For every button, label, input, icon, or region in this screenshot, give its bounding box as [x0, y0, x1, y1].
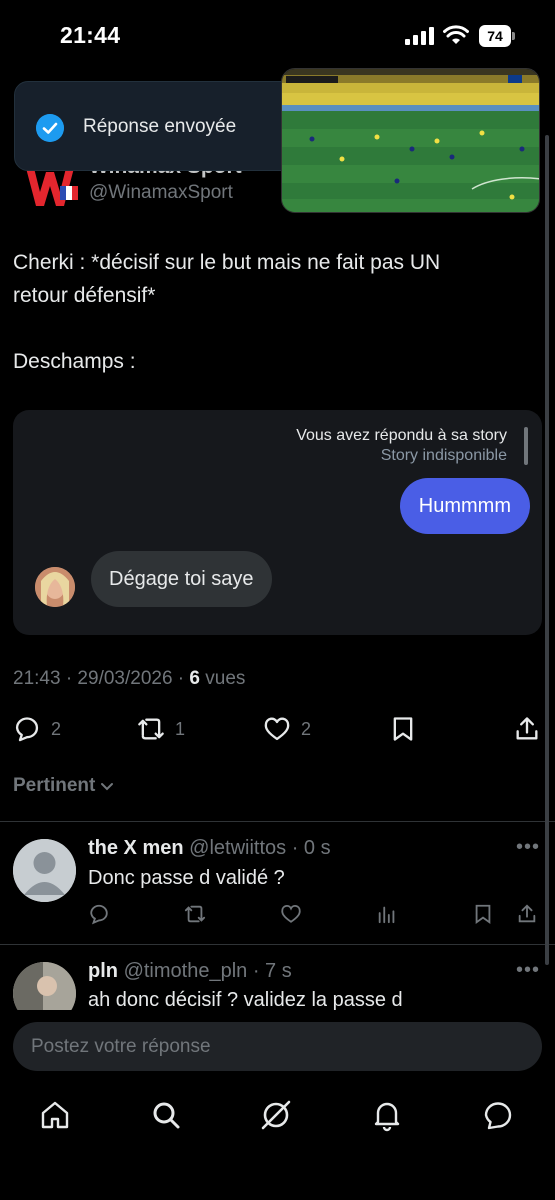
reply-header[interactable]: pln @timothe_pln · 7 s — [88, 960, 292, 983]
default-avatar-icon — [13, 839, 76, 902]
scrollbar[interactable] — [545, 135, 549, 965]
repost-icon — [138, 718, 164, 740]
toast-message: Réponse envoyée — [83, 116, 237, 137]
more-options-icon[interactable]: ••• — [516, 836, 540, 859]
bell-icon — [374, 1102, 400, 1132]
reply-text: ah donc décisif ? validez la passe d — [88, 989, 403, 1011]
nav-notifications[interactable] — [370, 1098, 404, 1132]
nav-home[interactable] — [38, 1098, 72, 1132]
message-icon — [484, 1102, 512, 1130]
check-circle-icon — [36, 114, 64, 142]
story-unavailable-note: Story indisponible — [380, 447, 507, 464]
repost-count: 1 — [175, 718, 186, 739]
tweet-timestamp: 21:43 · 29/03/2026 · — [13, 668, 190, 689]
chevron-down-icon — [101, 783, 114, 791]
share-icon — [516, 717, 538, 740]
reply-text: Donc passe d validé ? — [88, 867, 285, 889]
tweet-text-line-3: Deschamps : — [13, 350, 136, 373]
reply-author-handle: @timothe_pln — [123, 960, 248, 982]
reply-avatar[interactable] — [13, 839, 76, 902]
reply-views-button[interactable] — [376, 903, 398, 930]
received-message-bubble: Dégage toi saye — [91, 551, 272, 607]
heart-icon — [264, 717, 290, 741]
reply-compose-input[interactable]: Postez votre réponse — [13, 1022, 542, 1071]
battery-level: 74 — [479, 25, 511, 47]
more-options-icon[interactable]: ••• — [516, 959, 540, 982]
reply-share-button[interactable] — [516, 903, 538, 930]
cellular-signal-icon — [405, 27, 434, 45]
divider — [0, 944, 555, 945]
reply-bookmark-button[interactable] — [472, 903, 494, 930]
share-icon — [518, 904, 536, 923]
views-count: 6 — [189, 668, 200, 689]
reply-button[interactable]: 2 — [13, 715, 61, 743]
repost-button[interactable]: 1 — [137, 715, 185, 743]
tweet-text-line-1: Cherki : *décisif sur le but mais ne fai… — [13, 251, 441, 274]
dm-contact-avatar — [35, 567, 75, 607]
status-time: 21:44 — [60, 22, 121, 48]
like-button[interactable]: 2 — [263, 715, 311, 743]
picture-in-picture-video[interactable] — [281, 68, 540, 213]
story-reply-bar — [524, 427, 528, 465]
bookmark-icon — [393, 717, 413, 741]
reply-author-name: pln — [88, 960, 118, 982]
sent-message-bubble: Hummmm — [399, 478, 530, 534]
bookmark-icon — [475, 904, 491, 925]
reply-reply-button[interactable] — [88, 903, 110, 930]
reply-repost-button[interactable] — [184, 903, 206, 930]
reply-sent-toast: Réponse envoyée — [14, 81, 296, 171]
divider — [0, 821, 555, 822]
search-icon — [153, 1102, 180, 1129]
reply-icon — [90, 904, 108, 925]
like-count: 2 — [301, 718, 312, 739]
sort-label: Pertinent — [13, 775, 96, 796]
replies-sort-dropdown[interactable]: Pertinent — [13, 775, 115, 797]
reply-header[interactable]: the X men @letwiittos · 0 s — [88, 837, 331, 860]
reply-author-name: the X men — [88, 837, 184, 859]
reply-count: 2 — [51, 718, 62, 739]
grok-icon — [261, 1100, 291, 1130]
tweet-meta: 21:43 · 29/03/2026 · 6 vues — [13, 668, 245, 690]
reply-icon — [15, 717, 39, 742]
views-label: vues — [200, 668, 246, 689]
nav-messages[interactable] — [481, 1098, 515, 1132]
tweet-image-dm-screenshot[interactable]: Vous avez répondu à sa story Story indis… — [13, 410, 542, 635]
reply-time: · 7 s — [252, 960, 292, 982]
football-match-video — [282, 69, 539, 212]
reply-time: · 0 s — [291, 837, 331, 859]
battery-indicator: 74 — [479, 25, 515, 47]
reply-like-button[interactable] — [280, 903, 302, 930]
tweet-text-line-2: retour défensif* — [13, 284, 156, 307]
home-icon — [41, 1101, 69, 1129]
author-handle[interactable]: @WinamaxSport — [89, 182, 233, 204]
repost-icon — [184, 905, 206, 923]
nav-search[interactable] — [149, 1098, 183, 1132]
reply-author-handle: @letwiittos — [189, 837, 287, 859]
nav-grok[interactable] — [259, 1098, 293, 1132]
wifi-icon — [443, 25, 469, 44]
story-reply-note: Vous avez répondu à sa story — [296, 427, 507, 444]
bookmark-button[interactable] — [389, 715, 417, 743]
share-button[interactable] — [513, 715, 541, 743]
compose-placeholder: Postez votre réponse — [31, 1036, 211, 1057]
heart-icon — [281, 905, 301, 923]
analytics-icon — [378, 906, 395, 924]
